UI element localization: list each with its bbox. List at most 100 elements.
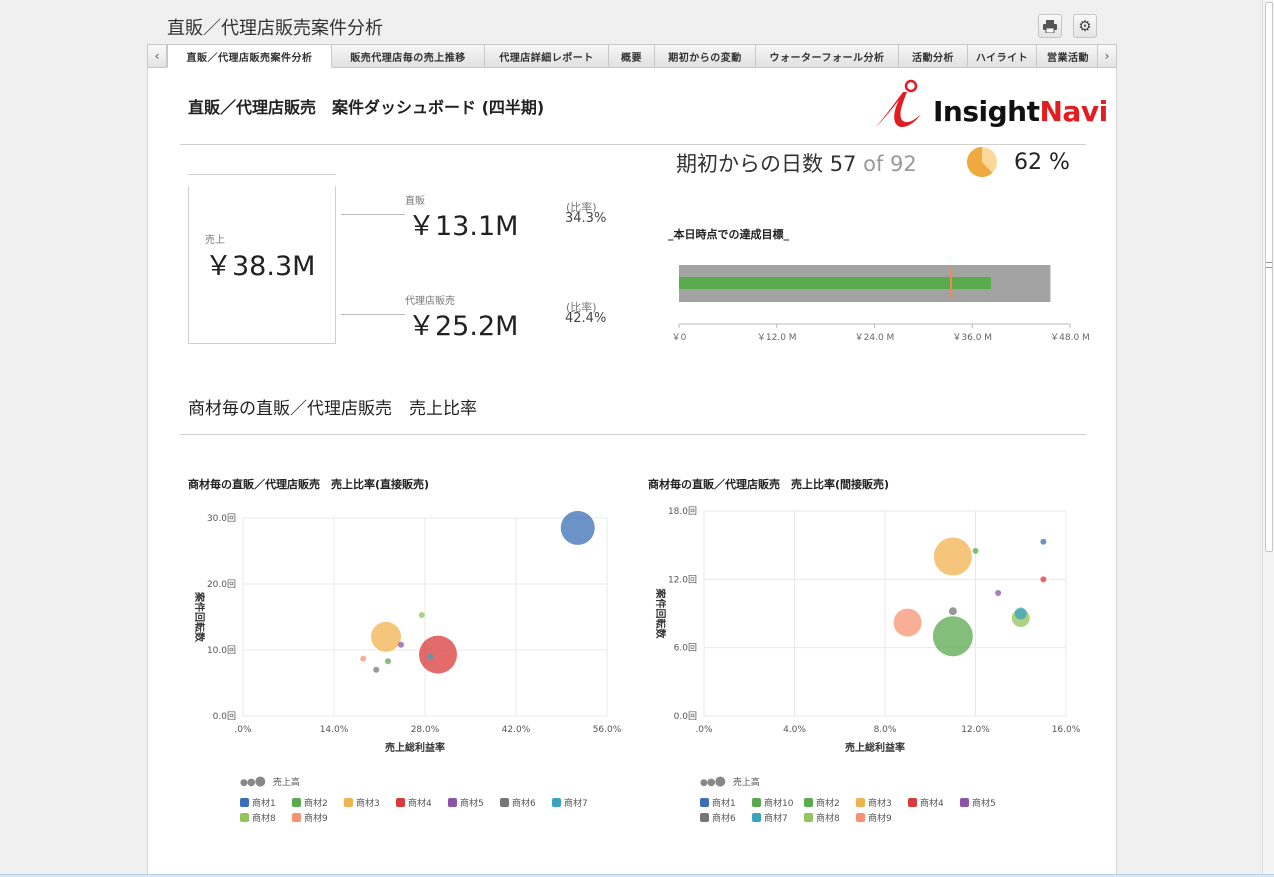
legend-label: 商材4 (920, 799, 944, 809)
y-tick-label: 0.0回 (674, 711, 697, 722)
x-tick-label: 4.0% (783, 725, 806, 735)
tab-scroll-right-button[interactable]: › (1097, 44, 1117, 68)
legend-item-商材3[interactable]: 商材3 (344, 796, 380, 809)
bubble-商材2[interactable] (972, 547, 979, 554)
days-of: of (863, 152, 884, 176)
tab-highlight[interactable]: ハイライト (968, 44, 1037, 68)
agency-ratio: 42.4% (565, 311, 607, 326)
bubble-商材10[interactable] (932, 616, 973, 657)
bubble-商材8[interactable] (418, 612, 425, 619)
legend-item-商材5[interactable]: 商材5 (448, 796, 484, 809)
bubble-商材5[interactable] (995, 590, 1002, 596)
legend-item-商材8[interactable]: 商材8 (240, 811, 276, 824)
tab-waterfall-analysis[interactable]: ウォーターフォール分析 (756, 44, 899, 68)
bubble-商材5[interactable] (397, 641, 404, 648)
legend-label: 商材8 (816, 814, 840, 824)
legend-swatch (856, 798, 865, 807)
legend-item-商材6[interactable]: 商材6 (700, 811, 736, 824)
days-progress-pie (967, 147, 997, 177)
tab-sales-activity[interactable]: 営業活動 (1037, 44, 1097, 68)
y-tick-label: 20.0回 (207, 579, 236, 590)
tab-activity-analysis[interactable]: 活動分析 (899, 44, 968, 68)
settings-button[interactable]: ⚙ (1073, 14, 1097, 38)
bullet-tick-label: ￥48.0 M (1050, 333, 1090, 343)
legend-direct: ●●● 売上高 商材1 商材2 商材3 商材4 商材5 商材6 商材7 商材8 商材9 (240, 774, 640, 834)
legend-item-商材5[interactable]: 商材5 (960, 796, 996, 809)
tab-agency-sales-trend[interactable]: 販売代理店毎の売上推移 (332, 44, 485, 68)
legend-swatch (448, 798, 457, 807)
legend-label: 商材1 (252, 799, 276, 809)
bubble-商材4[interactable] (419, 635, 457, 674)
dashboard-content: 直販／代理店販売 案件ダッシュボード (四半期) InsightNavi 期初か… (147, 68, 1117, 877)
bullet-tick-label: ￥12.0 M (757, 333, 797, 343)
legend-item-商材2[interactable]: 商材2 (292, 796, 328, 809)
bullet-actual (679, 277, 991, 289)
bubble-商材1[interactable] (560, 510, 595, 545)
bubble-商材6[interactable] (373, 666, 380, 673)
y-axis-label: 案件回転数 (654, 588, 667, 640)
tab-direct-agency-analysis[interactable]: 直販／代理店販売案件分析 (167, 44, 332, 68)
legend-item-商材1[interactable]: 商材1 (240, 796, 276, 809)
bullet-target-marker (950, 268, 953, 298)
bubble-商材1[interactable] (1040, 538, 1047, 545)
print-button[interactable] (1038, 14, 1062, 38)
bubble-商材7[interactable] (1014, 607, 1027, 620)
tab-scroll-left-button[interactable]: ‹ (147, 44, 167, 68)
bubble-商材2[interactable] (384, 658, 391, 665)
legend-swatch (552, 798, 561, 807)
legend-label: 商材5 (972, 799, 996, 809)
legend-swatch (908, 798, 917, 807)
days-total: 92 (890, 152, 917, 176)
scrollbar-thumb[interactable] (1265, 2, 1273, 552)
bubble-商材3[interactable] (371, 621, 401, 652)
y-tick-label: 0.0回 (213, 711, 236, 722)
legend-swatch (752, 813, 761, 822)
legend-label: 商材6 (712, 814, 736, 824)
legend-label: 商材10 (764, 799, 794, 809)
legend-swatch (804, 798, 813, 807)
tab-overview[interactable]: 概要 (609, 44, 655, 68)
x-tick-label: 56.0% (593, 725, 622, 735)
chart-direct-title: 商材毎の直販／代理店販売 売上比率(直接販売) (188, 478, 430, 491)
bubble-商材7[interactable] (427, 653, 434, 660)
size-legend-label: 売上高 (732, 778, 760, 788)
legend-item-商材9[interactable]: 商材9 (292, 811, 328, 824)
legend-swatch (700, 813, 709, 822)
legend-item-商材10[interactable]: 商材10 (752, 796, 793, 809)
legend-indirect: ●●● 売上高商材1 商材10 商材2 商材3 商材4 商材5 商材6 商材7 商材8 商材9 (700, 774, 1100, 834)
legend-item-商材4[interactable]: 商材4 (908, 796, 944, 809)
logo-text: InsightNavi (933, 95, 1108, 128)
size-legend: ●●● 売上高 (700, 774, 760, 789)
x-tick-label: 28.0% (411, 725, 440, 735)
legend-item-商材7[interactable]: 商材7 (752, 811, 788, 824)
bubble-商材9[interactable] (893, 608, 922, 637)
x-tick-label: .0% (234, 725, 252, 735)
legend-item-商材2[interactable]: 商材2 (804, 796, 840, 809)
legend-swatch (804, 813, 813, 822)
legend-item-商材8[interactable]: 商材8 (804, 811, 840, 824)
tab-agency-detail-report[interactable]: 代理店詳細レポート (485, 44, 609, 68)
vertical-scrollbar[interactable] (1262, 0, 1274, 877)
legend-item-商材6[interactable]: 商材6 (500, 796, 536, 809)
size-legend-icon: ● (240, 778, 248, 788)
legend-item-商材9[interactable]: 商材9 (856, 811, 892, 824)
legend-item-商材7[interactable]: 商材7 (552, 796, 588, 809)
x-axis-label: 売上総利益率 (845, 741, 905, 754)
legend-label: 商材1 (712, 799, 736, 809)
legend-swatch (240, 813, 249, 822)
x-tick-label: 16.0% (1052, 725, 1081, 735)
tab-change-since-start[interactable]: 期初からの変動 (655, 44, 756, 68)
legend-item-商材4[interactable]: 商材4 (396, 796, 432, 809)
app-header: 直販／代理店販売案件分析 ⚙ (147, 0, 1117, 44)
direct-ratio: 34.3% (565, 211, 607, 226)
x-tick-label: 12.0% (961, 725, 990, 735)
bubble-商材6[interactable] (948, 607, 957, 616)
insightnavi-logo: InsightNavi (873, 78, 1108, 134)
bubble-商材4[interactable] (1040, 576, 1047, 583)
legend-item-商材3[interactable]: 商材3 (856, 796, 892, 809)
legend-swatch (344, 798, 353, 807)
bubble-商材3[interactable] (933, 537, 972, 576)
sales-box-top (188, 174, 336, 175)
legend-item-商材1[interactable]: 商材1 (700, 796, 736, 809)
bubble-商材9[interactable] (360, 655, 367, 662)
